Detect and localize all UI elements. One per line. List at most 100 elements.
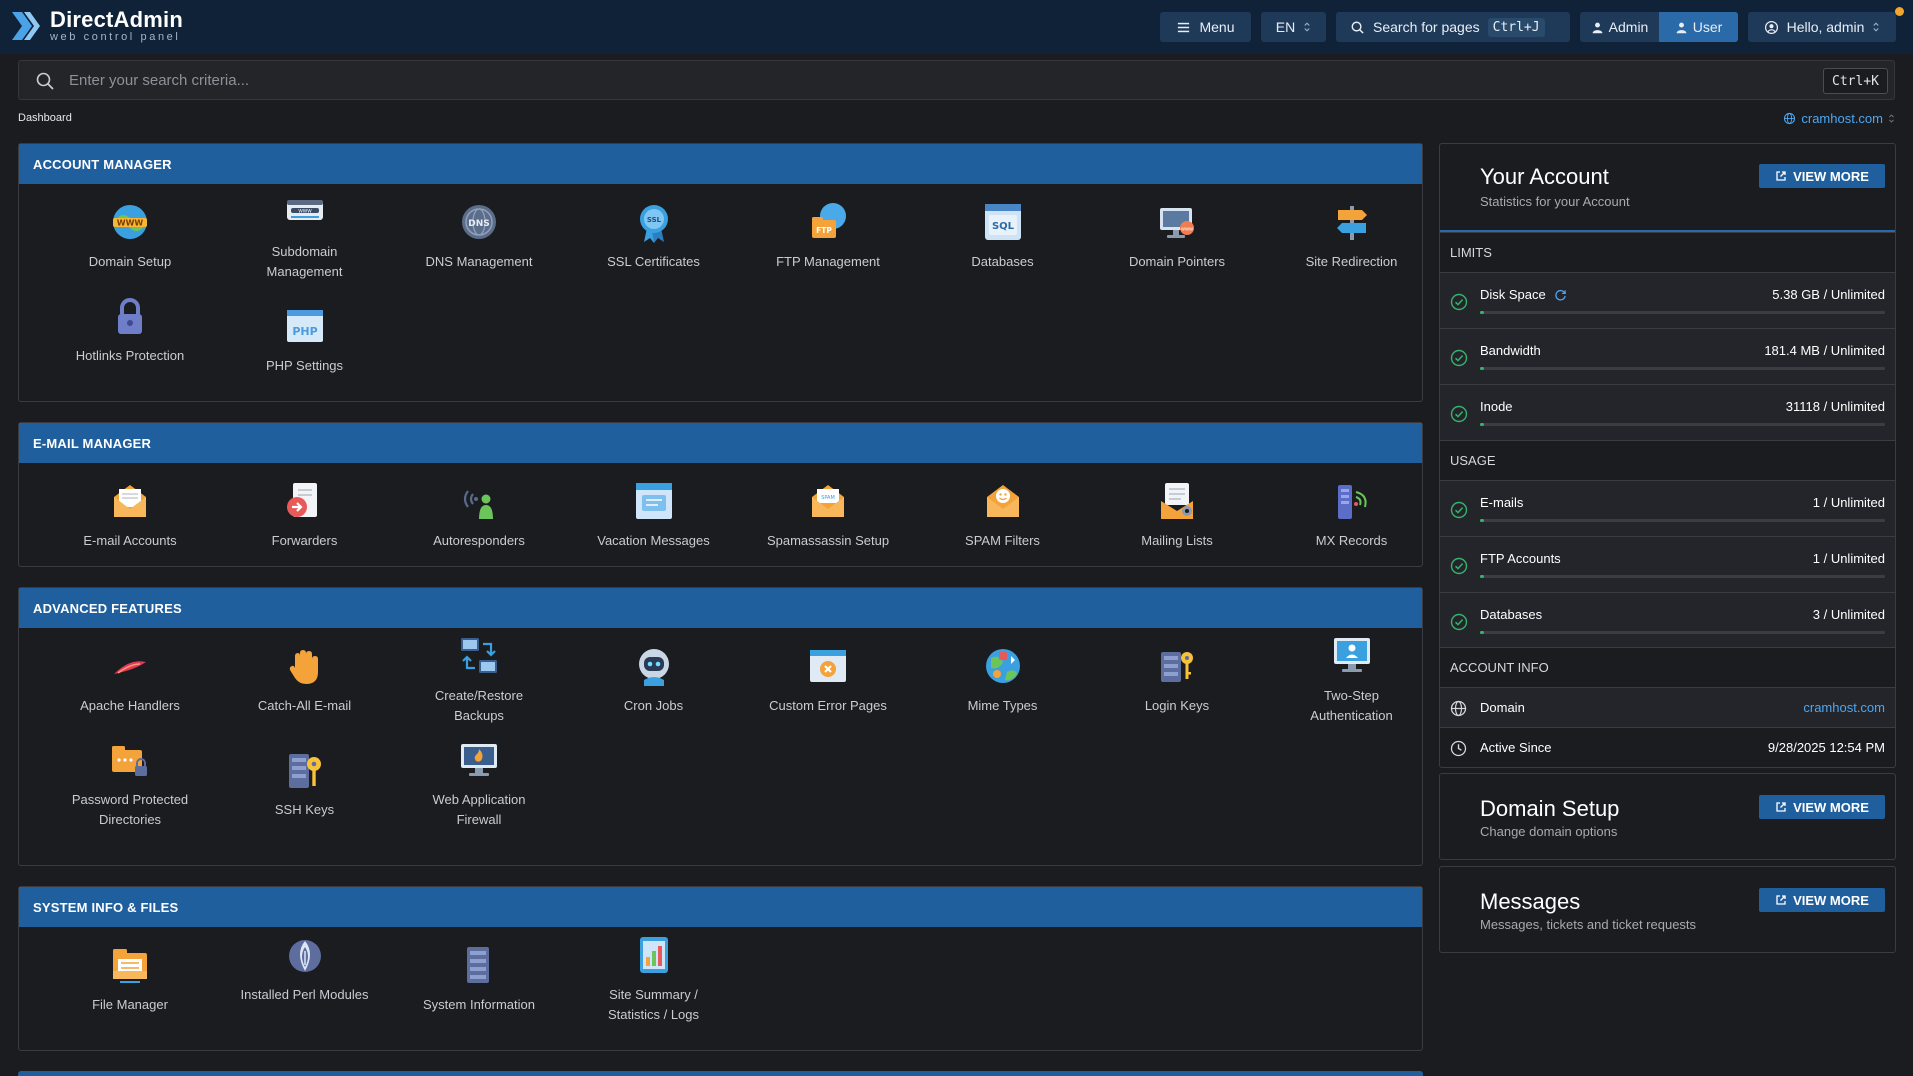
stat-name-text: Inode [1480,399,1513,414]
domain-setup-card: Domain Setup Change domain options VIEW … [1439,773,1896,860]
user-menu-button[interactable]: Hello, admin [1748,12,1896,42]
shortcut-catch-all-e-mail[interactable]: Catch-All E-mail [218,642,392,716]
system-info-header: SYSTEM INFO & FILES [19,887,1422,927]
shortcut-mailing-lists[interactable]: Mailing Lists [1090,477,1264,551]
folder-icon [106,941,154,989]
admin-user-icon [1592,22,1603,33]
usage-progress-bar [1480,367,1885,370]
domain-switcher[interactable]: cramhost.com [1783,111,1895,126]
subdomain-browser-icon: WWW [281,188,329,236]
shortcut-label: Cron Jobs [623,698,684,713]
shortcut-cron-jobs[interactable]: Cron Jobs [567,642,741,716]
server-key-icon [1161,652,1193,682]
search-pages-button[interactable]: Search for pages Ctrl+J [1336,12,1570,42]
shortcut-system-information[interactable]: System Information [392,941,566,1015]
external-link-icon [1776,895,1786,905]
shortcut-label: Catch-All E-mail [257,698,352,713]
ssh-server-key-icon [281,746,329,794]
shortcut-web-application-firewall[interactable]: Web Application Firewall [392,736,566,830]
usage-row-databases: Databases 3 / Unlimited [1440,592,1895,648]
shortcut-subdomain-management[interactable]: WWW Subdomain Management [218,188,392,282]
shortcut-two-step-authentication[interactable]: Two-Step Authentication [1265,632,1439,726]
language-select[interactable]: EN [1261,12,1326,42]
usage-row-e-mails: E-mails 1 / Unlimited [1440,480,1895,536]
apache-feather-icon [114,661,146,674]
shortcut-domain-pointers[interactable]: www Domain Pointers [1090,198,1264,272]
server-key-icon [1153,642,1201,690]
shortcut-spamassassin-setup[interactable]: SPAM Spamassassin Setup [741,477,915,551]
shortcut-domain-setup[interactable]: WWW Domain Setup [43,198,217,272]
search-input[interactable] [69,61,1829,99]
role-switcher: Admin User [1580,12,1738,42]
shortcut-label: Databases [971,254,1034,269]
shortcut-login-keys[interactable]: Login Keys [1090,642,1264,716]
role-admin-tab[interactable]: Admin [1580,12,1659,42]
shortcut-autoresponders[interactable]: Autoresponders [392,477,566,551]
directadmin-logo[interactable]: DirectAdmin web control panel [8,8,183,44]
shortcut-vacation-messages[interactable]: Vacation Messages [567,477,741,551]
system-info-section: SYSTEM INFO & FILES File Manager Installe… [18,886,1423,1051]
sql-database-icon: SQL [979,198,1027,246]
menu-button[interactable]: Menu [1160,12,1251,42]
shortcut-create-restore-backups[interactable]: Create/Restore Backups [392,632,566,726]
shortcut-spam-filters[interactable]: SPAM Filters [916,477,1090,551]
account-info-domain-value[interactable]: cramhost.com [1803,700,1885,715]
shortcut-label: Installed Perl Modules [240,987,369,1002]
shortcut-site-summary-statistics-logs[interactable]: Site Summary / Statistics / Logs [567,931,741,1025]
stat-value: 1 / Unlimited [1812,551,1885,566]
hamburger-icon [1178,22,1190,32]
shortcut-custom-error-pages[interactable]: Custom Error Pages [741,642,915,716]
shortcut-password-protected-directories[interactable]: Password Protected Directories [43,736,217,830]
shortcut-ssl-certificates[interactable]: SSL SSL Certificates [567,198,741,272]
shortcut-label: Custom Error Pages [769,698,887,713]
shortcut-dns-management[interactable]: DNS DNS Management [392,198,566,272]
advanced-features-header: ADVANCED FEATURES [19,588,1422,628]
shortcut-label: Spamassassin Setup [766,533,890,548]
shortcut-mx-records[interactable]: MX Records [1265,477,1439,551]
signpost-icon [1328,198,1376,246]
shortcut-forwarders[interactable]: Forwarders [218,477,392,551]
messages-title: Messages [1480,889,1581,914]
shortcut-file-manager[interactable]: File Manager [43,941,217,1015]
svg-text:SSL: SSL [646,216,661,224]
account-info-domain-row: Domain cramhost.com [1440,687,1895,727]
shortcut-databases[interactable]: SQL Databases [916,198,1090,272]
breadcrumb[interactable]: Dashboard [18,112,72,124]
domain-view-more-button[interactable]: VIEW MORE [1759,795,1885,819]
search-icon [1351,21,1364,34]
stat-name: FTP Accounts [1480,551,1561,566]
shortcut-installed-perl-modules[interactable]: Installed Perl Modules [218,931,392,1005]
shortcut-ftp-management[interactable]: FTP FTP Management [741,198,915,272]
shortcut-hotlinks-protection[interactable]: Hotlinks Protection [43,292,217,366]
shortcut-php-settings[interactable]: PHP PHP Settings [218,302,392,376]
limits-row-inode: Inode 31118 / Unlimited [1440,384,1895,440]
shortcut-label: Domain Pointers [1128,254,1226,269]
shortcut-e-mail-accounts[interactable]: E-mail Accounts [43,477,217,551]
account-view-more-button[interactable]: VIEW MORE [1759,164,1885,188]
messages-view-more-button[interactable]: VIEW MORE [1759,888,1885,912]
shortcut-label: Create/Restore Backups [434,688,524,723]
shortcut-apache-handlers[interactable]: Apache Handlers [43,642,217,716]
error-page-icon [804,642,852,690]
robot-icon [638,649,669,686]
php-window-icon: PHP [281,302,329,350]
shortcut-label: Vacation Messages [597,533,710,548]
stat-name-text: FTP Accounts [1480,551,1561,566]
shortcut-mime-types[interactable]: Mime Types [916,642,1090,716]
shortcut-site-redirection[interactable]: Site Redirection [1265,198,1439,272]
your-account-card: Your Account Statistics for your Account… [1439,143,1896,768]
catching-hand-icon [281,642,329,690]
server-signal-icon [1337,485,1367,519]
stat-name-text: E-mails [1480,495,1524,510]
shortcut-label: Domain Setup [88,254,172,269]
refresh-icon[interactable] [1554,288,1567,301]
check-circle-icon [1450,293,1468,311]
check-circle-icon [1450,557,1468,575]
shortcut-ssh-keys[interactable]: SSH Keys [218,746,392,820]
shortcut-label: File Manager [92,997,168,1012]
envelope-list-icon [1153,477,1201,525]
role-user-tab[interactable]: User [1659,12,1738,42]
envelope-spam-icon: SPAM [812,485,844,517]
stat-name: E-mails [1480,495,1523,510]
globe-icon [1784,112,1796,125]
